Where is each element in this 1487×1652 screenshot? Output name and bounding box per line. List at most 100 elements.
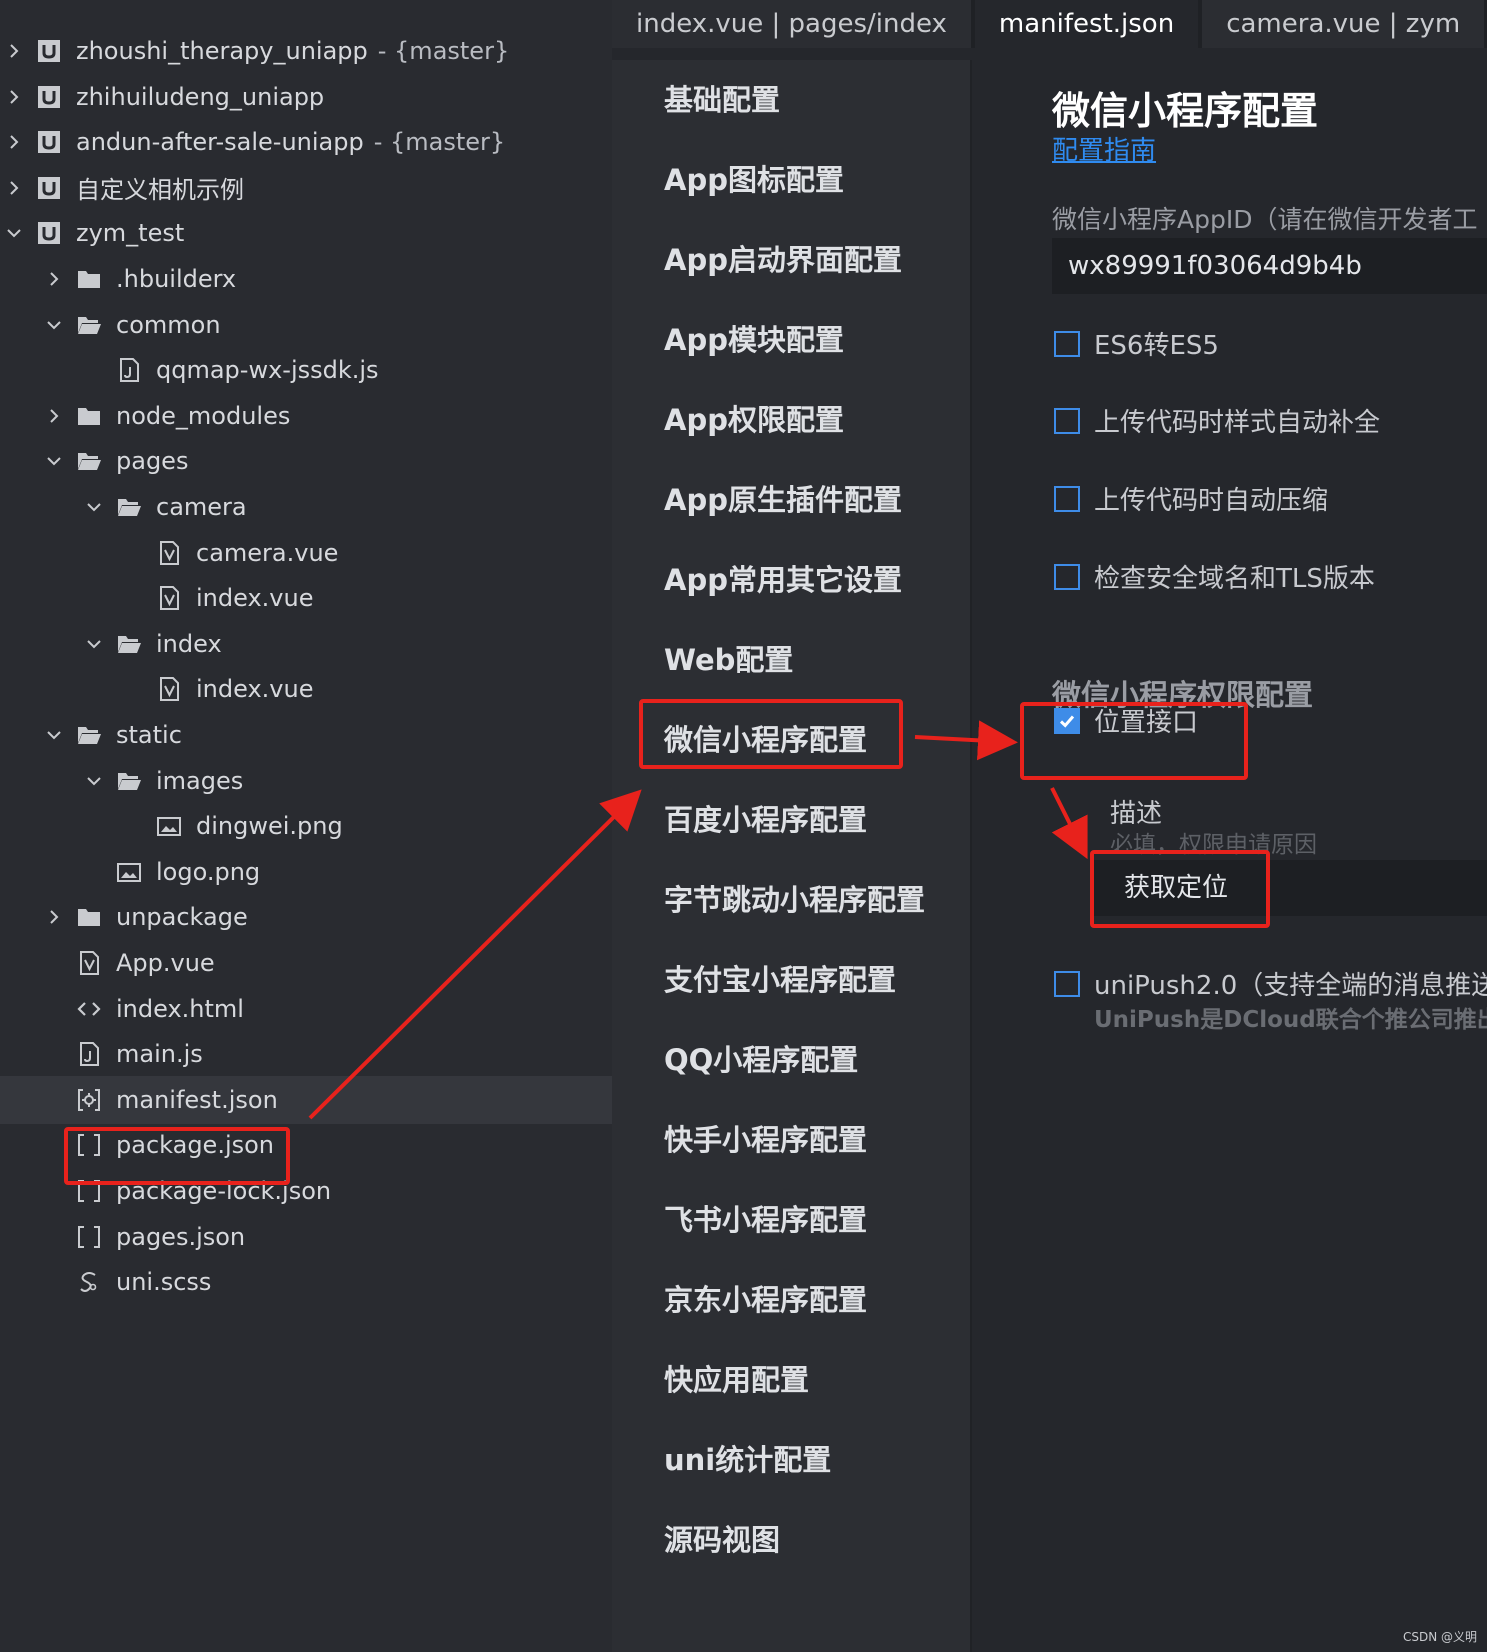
nav-item[interactable]: Web配置 (664, 638, 793, 682)
tree-item[interactable]: node_modules (0, 392, 612, 440)
image-file-icon (156, 813, 182, 839)
nav-item[interactable]: 源码视图 (664, 1518, 780, 1562)
tree-item[interactable]: dingwei.png (0, 802, 612, 850)
option-style-autocomplete[interactable]: 上传代码时样式自动补全 (1054, 402, 1380, 439)
tree-item[interactable]: .hbuilderx (0, 255, 612, 303)
chevron-down-icon[interactable] (84, 771, 104, 791)
nav-item[interactable]: 字节跳动小程序配置 (664, 878, 925, 922)
chevron-down-icon[interactable] (84, 634, 104, 654)
checkbox[interactable] (1054, 330, 1080, 357)
editor-tab-bar: index.vue | pages/index manifest.json came… (612, 0, 1487, 48)
option-es6-to-es5[interactable]: ES6转ES5 (1054, 325, 1219, 362)
chevron-down-icon[interactable] (4, 223, 24, 243)
nav-item[interactable]: 快手小程序配置 (664, 1118, 867, 1162)
option-auto-compress[interactable]: 上传代码时自动压缩 (1054, 480, 1328, 517)
tree-item[interactable]: index (0, 620, 612, 668)
tree-item[interactable]: images (0, 757, 612, 805)
chevron-right-icon (10, 89, 19, 104)
uni-project-icon (36, 175, 62, 201)
nav-item[interactable]: 百度小程序配置 (664, 798, 867, 842)
tree-item[interactable]: unpackage (0, 893, 612, 941)
chevron-down-icon (47, 320, 61, 330)
config-guide-link[interactable]: 配置指南 (1052, 130, 1156, 167)
chevron-right-icon[interactable] (4, 132, 24, 152)
nav-item[interactable]: App图标配置 (664, 158, 844, 202)
scss-file-icon (76, 1269, 102, 1295)
nav-item[interactable]: 京东小程序配置 (664, 1278, 867, 1322)
editor-tab[interactable]: camera.vue | zym (1202, 0, 1485, 48)
appid-input[interactable] (1052, 238, 1487, 294)
tree-item[interactable]: 自定义相机示例 (0, 164, 612, 212)
folder-open-icon (76, 448, 102, 474)
chevron-right-icon[interactable] (44, 907, 64, 927)
chevron-right-icon (10, 135, 19, 149)
chevron-down-icon[interactable] (44, 315, 64, 335)
chevron-down-icon[interactable] (44, 451, 64, 471)
manifest-settings-nav: 基础配置 App图标配置 App启动界面配置 App模块配置 App权限配置 App原生插… (612, 60, 970, 1652)
chevron-down-icon[interactable] (84, 497, 104, 517)
checkbox[interactable] (1054, 485, 1080, 512)
nav-item[interactable]: 快应用配置 (664, 1358, 809, 1402)
tree-item[interactable]: uni.scss (0, 1258, 612, 1306)
tree-item[interactable]: qqmap-wx-jssdk.js (0, 346, 612, 394)
nav-item[interactable]: App常用其它设置 (664, 558, 902, 602)
checkbox[interactable] (1054, 563, 1080, 590)
checkbox[interactable] (1054, 970, 1080, 997)
tree-item[interactable]: zhoushi_therapy_uniapp - {master} (0, 27, 612, 75)
option-label: 检查安全域名和TLS版本 (1094, 564, 1375, 594)
editor-area: index.vue | pages/index manifest.json came… (612, 0, 1487, 1652)
nav-item[interactable]: QQ小程序配置 (664, 1038, 858, 1082)
vue-file-icon (76, 950, 102, 976)
nav-item[interactable]: App模块配置 (664, 318, 844, 362)
tree-item-label: uni.scss (116, 1268, 212, 1297)
tree-item[interactable]: zhihuiludeng_uniapp (0, 73, 612, 121)
chevron-down-icon (87, 776, 101, 786)
nav-item[interactable]: uni统计配置 (664, 1438, 831, 1482)
tree-item[interactable]: camera (0, 483, 612, 531)
tree-item[interactable]: static (0, 711, 612, 759)
chevron-right-icon[interactable] (44, 269, 64, 289)
option-check-domain-tls[interactable]: 检查安全域名和TLS版本 (1054, 558, 1375, 595)
tree-item[interactable]: common (0, 301, 612, 349)
tree-item[interactable]: index.vue (0, 665, 612, 713)
json-file-icon (76, 1224, 102, 1250)
option-unipush[interactable]: uniPush2.0（支持全端的消息推送 (1054, 965, 1487, 1002)
nav-item[interactable]: App原生插件配置 (664, 478, 902, 522)
option-label: ES6转ES5 (1094, 331, 1219, 361)
tree-item[interactable]: index.html (0, 985, 612, 1033)
chevron-down-icon[interactable] (44, 725, 64, 745)
checkbox[interactable] (1054, 407, 1080, 434)
tree-item[interactable]: camera.vue (0, 529, 612, 577)
html-file-icon (76, 996, 102, 1022)
nav-item[interactable]: 飞书小程序配置 (664, 1198, 867, 1242)
chevron-right-icon (10, 181, 19, 195)
tree-item[interactable]: logo.png (0, 848, 612, 896)
editor-tab[interactable]: index.vue | pages/index (612, 0, 971, 48)
nav-item[interactable]: 基础配置 (664, 78, 780, 122)
tree-item[interactable]: andun-after-sale-uniapp - {master} (0, 118, 612, 166)
nav-item[interactable]: 支付宝小程序配置 (664, 958, 896, 1002)
chevron-right-icon[interactable] (4, 178, 24, 198)
tree-item[interactable]: index.vue (0, 574, 612, 622)
tree-item-label: unpackage (116, 903, 248, 932)
editor-tab[interactable]: manifest.json (974, 0, 1199, 48)
tree-item[interactable]: pages.json (0, 1213, 612, 1261)
chevron-right-icon (10, 44, 19, 58)
chevron-right-icon[interactable] (44, 406, 64, 426)
tree-item[interactable]: App.vue (0, 939, 612, 987)
nav-item[interactable]: App权限配置 (664, 398, 844, 442)
chevron-right-icon[interactable] (4, 41, 24, 61)
nav-item[interactable]: App启动界面配置 (664, 238, 902, 282)
tree-item[interactable]: manifest.json (0, 1075, 612, 1124)
chevron-right-icon[interactable] (4, 87, 24, 107)
tree-item[interactable]: zym_test (0, 209, 612, 257)
tree-item[interactable]: main.js (0, 1030, 612, 1078)
tree-item[interactable]: pages (0, 437, 612, 485)
